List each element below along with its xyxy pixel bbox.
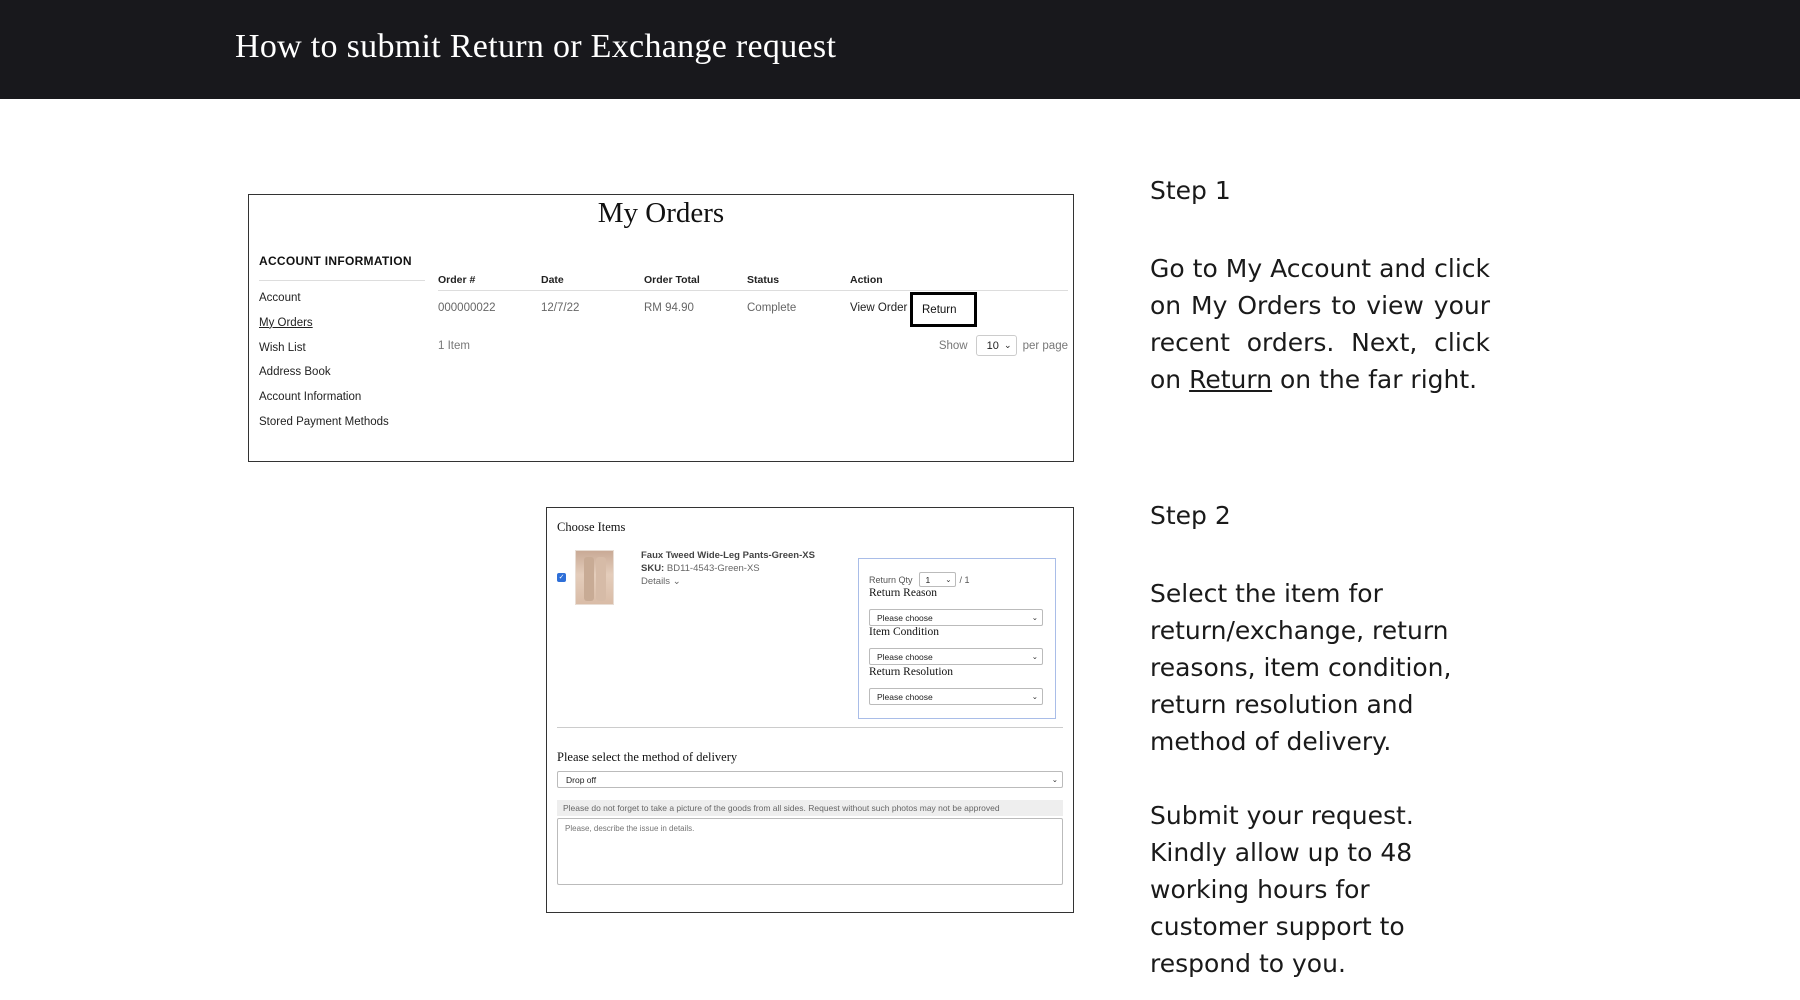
return-reason-label: Return Reason bbox=[869, 587, 938, 599]
item-condition-label: Item Condition bbox=[869, 626, 939, 638]
page-title: How to submit Return or Exchange request bbox=[235, 28, 837, 65]
chevron-down-icon: ⌄ bbox=[672, 576, 681, 587]
chevron-down-icon: ⌄ bbox=[945, 575, 952, 584]
return-qty-select[interactable]: 1 ⌄ bbox=[918, 572, 956, 587]
pager: Show 10 ⌄ per page bbox=[939, 335, 1068, 356]
order-status-cell: Complete bbox=[747, 302, 797, 314]
issue-description-field[interactable] bbox=[557, 818, 1063, 885]
photo-notice: Please do not forget to take a picture o… bbox=[557, 800, 1063, 816]
return-link-highlighted[interactable]: Return bbox=[910, 292, 977, 327]
chevron-down-icon: ⌄ bbox=[1051, 775, 1058, 784]
item-checkbox[interactable]: ✓ bbox=[557, 573, 566, 582]
step-1-return-link: Return bbox=[1189, 365, 1273, 394]
item-sku: SKU: BD11-4543-Green-XS bbox=[641, 563, 760, 574]
item-name: Faux Tweed Wide-Leg Pants-Green-XS bbox=[641, 550, 815, 561]
delivery-method-label: Please select the method of delivery bbox=[557, 750, 738, 764]
submit-paragraph: Submit your request. Kindly allow up to … bbox=[1150, 801, 1414, 978]
column-header-order-total: Order Total bbox=[644, 274, 700, 286]
step-1-paragraph: Go to My Account and click on My Orders … bbox=[1150, 250, 1490, 398]
nav-item-address-book[interactable]: Address Book bbox=[259, 366, 389, 391]
return-qty-max: / 1 bbox=[959, 574, 970, 585]
step-1-title: Step 1 bbox=[1150, 176, 1231, 205]
my-orders-title: My Orders bbox=[597, 197, 725, 229]
return-qty-row: Return Qty 1 ⌄ / 1 bbox=[869, 572, 970, 587]
step-1-text-after: on the far right. bbox=[1272, 365, 1478, 394]
step-2-paragraph: Select the item for return/exchange, ret… bbox=[1150, 579, 1452, 756]
sku-value: BD11-4543-Green-XS bbox=[666, 563, 760, 574]
return-link-label: Return bbox=[922, 303, 957, 316]
return-resolution-value: Please choose bbox=[877, 691, 933, 702]
section-divider bbox=[557, 727, 1063, 728]
account-heading-divider bbox=[259, 280, 425, 281]
my-orders-screenshot: My Orders ACCOUNT INFORMATION Account My… bbox=[248, 194, 1074, 462]
per-page-select[interactable]: 10 ⌄ bbox=[975, 335, 1017, 356]
return-resolution-select[interactable]: Please choose ⌄ bbox=[869, 688, 1043, 705]
order-number-cell: 000000022 bbox=[438, 302, 496, 314]
chevron-down-icon: ⌄ bbox=[1004, 340, 1012, 350]
nav-item-stored-payment-methods[interactable]: Stored Payment Methods bbox=[259, 416, 389, 441]
item-condition-value: Please choose bbox=[877, 651, 933, 662]
account-nav: Account My Orders Wish List Address Book… bbox=[259, 292, 389, 441]
table-header: Order # Date Order Total Status Action bbox=[438, 274, 1068, 291]
per-page-value: 10 bbox=[986, 339, 999, 352]
column-header-order-number: Order # bbox=[438, 274, 476, 286]
column-header-date: Date bbox=[541, 274, 564, 286]
chevron-down-icon: ⌄ bbox=[1031, 613, 1038, 622]
view-order-link[interactable]: View Order bbox=[850, 302, 907, 314]
product-thumbnail bbox=[575, 550, 614, 605]
column-header-action: Action bbox=[850, 274, 883, 286]
account-information-heading: ACCOUNT INFORMATION bbox=[259, 254, 412, 268]
order-total-cell: RM 94.90 bbox=[644, 302, 694, 314]
column-header-status: Status bbox=[747, 274, 780, 286]
chevron-down-icon: ⌄ bbox=[1031, 692, 1038, 701]
sku-label: SKU: bbox=[641, 563, 665, 574]
nav-item-account-information[interactable]: Account Information bbox=[259, 391, 389, 416]
item-details-toggle[interactable]: Details ⌄ bbox=[641, 576, 681, 587]
header-bar: How to submit Return or Exchange request bbox=[0, 0, 1800, 99]
nav-item-my-orders[interactable]: My Orders bbox=[259, 317, 389, 342]
order-date-cell: 12/7/22 bbox=[541, 302, 580, 314]
return-reason-select[interactable]: Please choose ⌄ bbox=[869, 609, 1043, 626]
return-qty-value: 1 bbox=[925, 574, 931, 585]
delivery-method-value: Drop off bbox=[566, 774, 597, 785]
pager-show-label: Show bbox=[938, 339, 968, 352]
return-reason-value: Please choose bbox=[877, 612, 933, 623]
delivery-method-select[interactable]: Drop off ⌄ bbox=[557, 771, 1063, 788]
choose-items-title: Choose Items bbox=[557, 520, 626, 534]
return-qty-label: Return Qty bbox=[869, 574, 913, 585]
step-2-title: Step 2 bbox=[1150, 501, 1231, 530]
items-count: 1 Item bbox=[438, 340, 470, 352]
pager-per-page-label: per page bbox=[1022, 339, 1068, 352]
chevron-down-icon: ⌄ bbox=[1031, 652, 1038, 661]
item-condition-select[interactable]: Please choose ⌄ bbox=[869, 648, 1043, 665]
choose-items-screenshot: Choose Items ✓ Faux Tweed Wide-Leg Pants… bbox=[546, 507, 1074, 913]
return-options-panel: Return Qty 1 ⌄ / 1 Return Reason Please … bbox=[858, 558, 1056, 719]
details-label: Details bbox=[641, 576, 671, 587]
nav-item-account[interactable]: Account bbox=[259, 292, 389, 317]
return-resolution-label: Return Resolution bbox=[869, 666, 954, 678]
nav-item-wish-list[interactable]: Wish List bbox=[259, 342, 389, 367]
